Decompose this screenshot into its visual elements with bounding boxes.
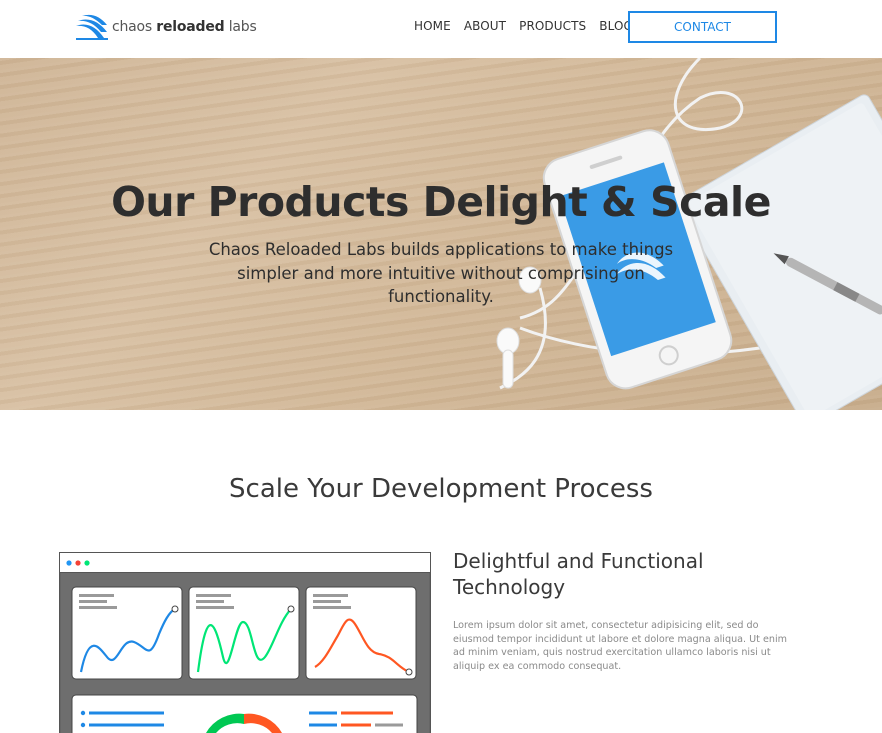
nav-home[interactable]: HOME <box>414 19 451 33</box>
hero-title: Our Products Delight & Scale <box>111 178 771 226</box>
window-dot <box>66 560 72 566</box>
chart-card <box>71 586 183 680</box>
feature-description: Lorem ipsum dolor sit amet, consectetur … <box>453 620 787 672</box>
wave-logo-icon <box>76 14 108 40</box>
summary-panel <box>71 694 418 733</box>
hero-subtitle: Chaos Reloaded Labs builds applications … <box>208 240 674 306</box>
chart-card <box>305 586 417 680</box>
feature-title: Delightful and Functional Technology <box>453 549 704 599</box>
section-title: Scale Your Development Process <box>229 474 653 504</box>
brand-logo[interactable]: chaos reloaded labs <box>74 12 257 42</box>
window-dot <box>75 560 81 566</box>
hero-desk-illustration <box>496 58 882 410</box>
chart-card <box>188 586 300 680</box>
dashboard-illustration <box>59 552 431 733</box>
site-header: chaos reloaded labs HOME ABOUT PRODUCTS … <box>0 0 882 58</box>
window-dot <box>84 560 90 566</box>
nav-products[interactable]: PRODUCTS <box>519 19 586 33</box>
contact-button[interactable]: CONTACT <box>628 11 777 43</box>
brand-name: chaos reloaded labs <box>112 19 257 35</box>
hero-banner: Our Products Delight & Scale Chaos Reloa… <box>0 58 882 410</box>
main-nav: HOME ABOUT PRODUCTS BLOG <box>414 19 646 33</box>
nav-about[interactable]: ABOUT <box>464 19 506 33</box>
